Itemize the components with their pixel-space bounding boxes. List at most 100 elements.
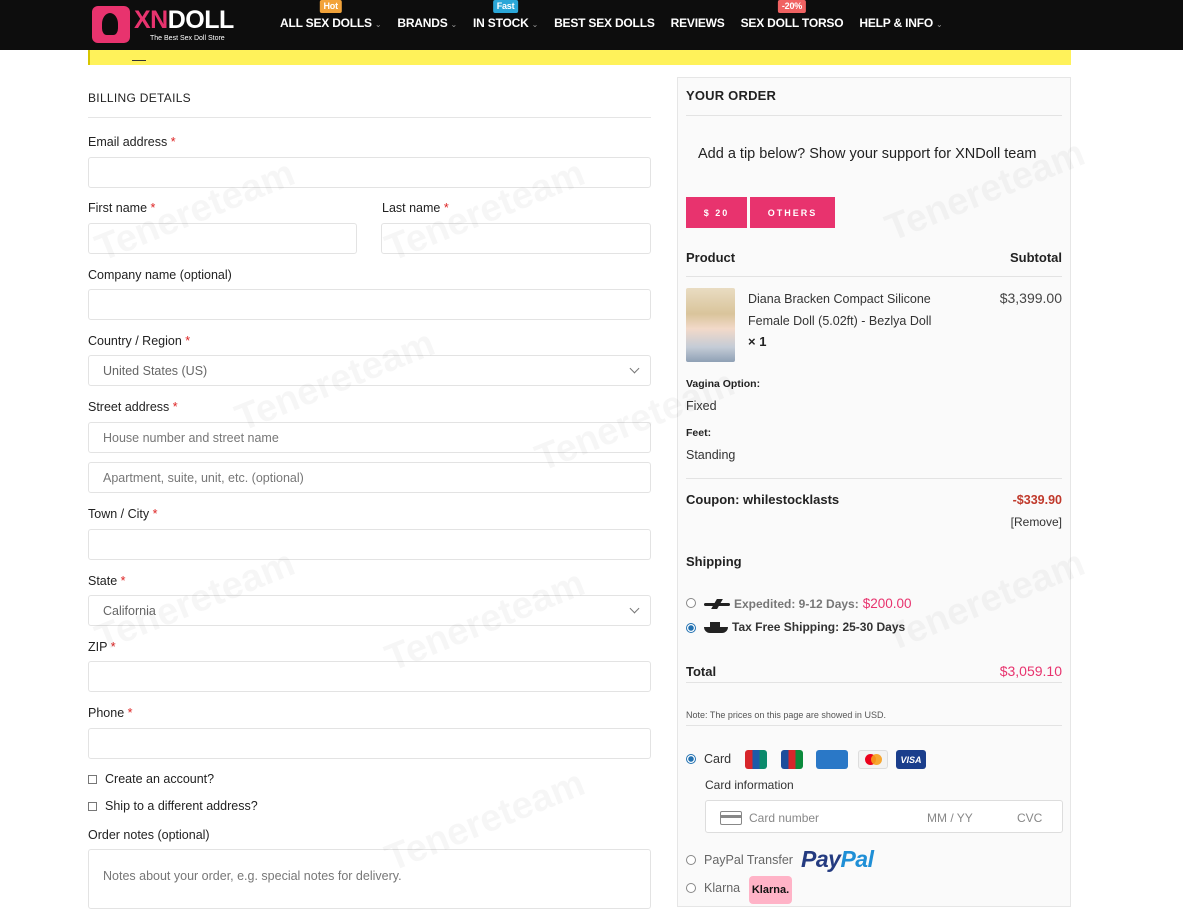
unionpay-icon [745, 750, 767, 769]
product-price: $3,399.00 [999, 290, 1062, 306]
product-column-header: Product [686, 250, 736, 265]
state-select[interactable]: California [88, 595, 651, 626]
required-mark: * [152, 507, 158, 521]
order-notes-label: Order notes (optional) [88, 828, 210, 842]
city-label: Town / City [88, 507, 150, 521]
product-thumbnail [686, 288, 735, 362]
phone-field[interactable] [88, 728, 651, 759]
required-mark: * [170, 135, 176, 149]
total-label: Total [686, 664, 717, 679]
required-mark: * [185, 334, 191, 348]
chevron-down-icon [629, 603, 640, 614]
divider [686, 276, 1062, 277]
tip-20-button[interactable]: $ 20 [686, 197, 747, 228]
subtotal-column-header: Subtotal [1010, 250, 1062, 265]
state-label: State [88, 574, 118, 588]
product-name: Diana Bracken Compact Silicone Female Do… [748, 292, 932, 328]
checkbox-icon [88, 774, 97, 784]
coupon-amount: -$339.90 [1012, 493, 1062, 507]
paypal-logo: PayPal [801, 846, 874, 872]
cvc-input[interactable]: CVC [1017, 811, 1042, 825]
shipping-tax-free-radio[interactable] [686, 623, 696, 633]
last-name-label: Last name [382, 201, 441, 215]
payment-paypal-label[interactable]: PayPal Transfer [704, 853, 793, 867]
shipping-option-tax-free[interactable]: Tax Free Shipping: 25-30 Days [704, 620, 905, 634]
tip-prompt: Add a tip below? Show your support for X… [698, 146, 1037, 162]
payment-card-label[interactable]: Card [704, 752, 731, 766]
divider [686, 725, 1062, 726]
card-input-group: Card number MM / YY CVC [705, 800, 1063, 833]
order-summary: YOUR ORDER Add a tip below? Show your su… [677, 77, 1071, 907]
street-address-1-field[interactable]: House number and street name [88, 422, 651, 453]
logo-icon [92, 6, 130, 43]
nav-in-stock[interactable]: Fast IN STOCK ⌄ [473, 0, 539, 30]
zip-label: ZIP [88, 640, 108, 654]
meta-value-feet: Standing [686, 448, 736, 462]
nav-help-info[interactable]: HELP & INFO ⌄ [859, 16, 942, 30]
ship-icon [704, 621, 728, 633]
zip-field[interactable] [88, 661, 651, 692]
top-navigation-bar: XNDOLL The Best Sex Doll Store Hot ALL SE… [0, 0, 1183, 50]
chevron-down-icon: ⌄ [531, 20, 539, 29]
required-mark: * [110, 640, 116, 654]
currency-note: Note: The prices on this page are showed… [686, 710, 886, 720]
shipping-title: Shipping [686, 554, 742, 569]
payment-card-radio[interactable] [686, 754, 696, 764]
divider [686, 682, 1062, 683]
email-field[interactable] [88, 157, 651, 188]
street-address-2-field[interactable]: Apartment, suite, unit, etc. (optional) [88, 462, 651, 493]
nav-reviews[interactable]: REVIEWS [671, 16, 725, 30]
required-mark: * [443, 201, 449, 215]
expiry-input[interactable]: MM / YY [927, 811, 973, 825]
shipping-option-expedited[interactable]: Expedited: 9-12 Days: $200.00 [704, 596, 912, 611]
nav-sex-doll-torso[interactable]: -20% SEX DOLL TORSO [741, 0, 844, 30]
nav-brands[interactable]: BRANDS ⌄ [397, 16, 457, 30]
mastercard-icon [858, 750, 888, 769]
required-mark: * [127, 706, 133, 720]
remove-coupon-link[interactable]: [Remove] [1011, 515, 1062, 529]
payment-klarna-radio[interactable] [686, 883, 696, 893]
checkbox-icon [88, 801, 97, 811]
company-label: Company name (optional) [88, 268, 232, 282]
shipping-expedited-radio[interactable] [686, 598, 696, 608]
meta-key-feet: Feet: [686, 427, 712, 439]
meta-value-vagina-option: Fixed [686, 399, 717, 413]
hot-badge: Hot [319, 0, 342, 13]
notice-icon [132, 51, 146, 61]
airplane-icon [704, 599, 730, 609]
first-name-field[interactable] [88, 223, 357, 254]
required-mark: * [120, 574, 126, 588]
payment-klarna-label[interactable]: Klarna [704, 881, 740, 895]
create-account-checkbox[interactable]: Create an account? [88, 772, 214, 786]
ship-different-checkbox[interactable]: Ship to a different address? [88, 799, 258, 813]
divider [686, 478, 1062, 479]
logo-tagline: The Best Sex Doll Store [150, 34, 225, 42]
shipping-price: $200.00 [862, 596, 912, 611]
required-mark: * [172, 400, 178, 414]
nav-all-sex-dolls[interactable]: Hot ALL SEX DOLLS ⌄ [280, 0, 382, 30]
main-nav: Hot ALL SEX DOLLS ⌄ BRANDS ⌄ Fast IN STOCK ⌄ … [280, 0, 958, 30]
discount-badge: -20% [777, 0, 807, 13]
tip-others-button[interactable]: OTHERS [750, 197, 835, 228]
company-field[interactable] [88, 289, 651, 320]
visa-icon: VISA [896, 750, 926, 769]
logo-brand-main: XN [134, 5, 168, 34]
last-name-field[interactable] [381, 223, 651, 254]
klarna-logo: Klarna. [749, 876, 792, 904]
email-label: Email address [88, 135, 168, 149]
country-label: Country / Region [88, 334, 182, 348]
payment-paypal-radio[interactable] [686, 855, 696, 865]
order-notes-field[interactable]: Notes about your order, e.g. special not… [88, 849, 651, 909]
logo-brand-accent: DOLL [167, 5, 235, 34]
chevron-down-icon: ⌄ [935, 20, 943, 29]
meta-key-vagina-option: Vagina Option: [686, 378, 761, 390]
nav-best-sex-dolls[interactable]: BEST SEX DOLLS [554, 16, 655, 30]
country-select[interactable]: United States (US) [88, 355, 651, 386]
site-logo[interactable]: XNDOLL The Best Sex Doll Store [92, 6, 234, 43]
card-number-input[interactable]: Card number [749, 811, 819, 825]
billing-title: BILLING DETAILS [88, 91, 651, 118]
city-field[interactable] [88, 529, 651, 560]
divider [686, 115, 1062, 116]
chevron-down-icon: ⌄ [374, 20, 382, 29]
street-label: Street address [88, 400, 170, 414]
